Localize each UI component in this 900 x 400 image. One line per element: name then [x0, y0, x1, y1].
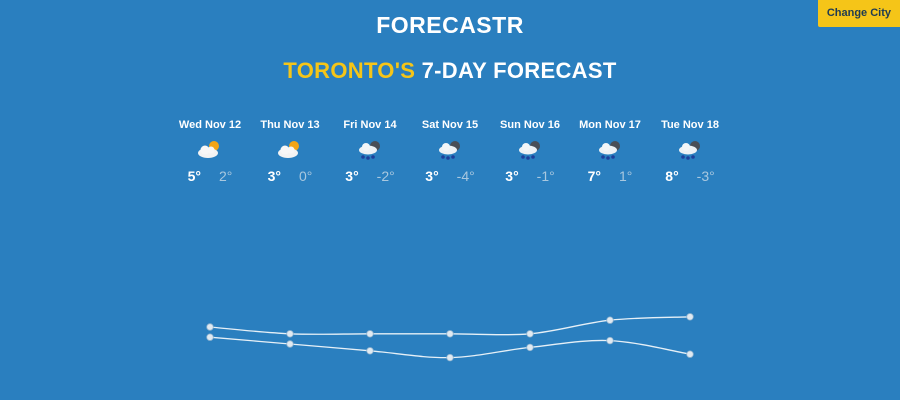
snow-cloud-icon [359, 141, 380, 160]
day-column: Thu Nov 13 3° 0° [250, 118, 330, 185]
temperature-chart [206, 313, 694, 362]
high-temp: 5° [187, 168, 201, 184]
temperature-row: 3° -2° [330, 167, 410, 185]
low-temp: 2° [219, 168, 233, 184]
high-temp-point [286, 330, 294, 338]
low-temp-point [606, 336, 614, 345]
day-label: Sat Nov 15 [421, 119, 479, 131]
high-temp-point [206, 323, 214, 331]
day-column: Sun Nov 16 3° -1° [490, 118, 570, 185]
high-temp: 3° [345, 168, 359, 184]
high-temp: 3° [425, 168, 439, 184]
day-column: Fri Nov 14 3° -2° [330, 118, 410, 185]
forecast-heading-text: 7-DAY FORECAST [415, 58, 617, 83]
snow-cloud-icon [599, 141, 620, 160]
app-title: FORECASTR [376, 12, 524, 38]
low-temp: -1° [536, 168, 555, 184]
city-name: TORONTO'S [283, 58, 416, 83]
forecast-days: Wed Nov 12 5° 2° Thu Nov 13 3° 0° Fri No… [170, 118, 730, 185]
high-temp-point [366, 330, 374, 338]
temperature-row: 7° 1° [570, 167, 650, 185]
low-temp: 1° [619, 168, 633, 184]
low-temp-point [526, 343, 534, 352]
low-temp-point [206, 333, 214, 341]
change-city-button[interactable]: Change City [817, 0, 900, 27]
day-label: Wed Nov 12 [178, 119, 242, 131]
temperature-row: 3° -1° [490, 167, 570, 185]
high-temp: 3° [505, 168, 519, 184]
partly-sunny-icon [198, 141, 219, 158]
snow-cloud-icon [519, 141, 540, 160]
day-label: Mon Nov 17 [579, 119, 641, 131]
temperature-row: 8° -3° [650, 167, 730, 185]
high-temp: 8° [665, 168, 679, 184]
high-temp: 3° [267, 168, 281, 184]
day-label: Thu Nov 13 [260, 119, 320, 131]
temperature-row: 3° -4° [410, 167, 490, 185]
high-temp-point [446, 330, 454, 338]
temperature-row: 5° 2° [170, 167, 250, 185]
day-column: Tue Nov 18 8° -3° [650, 118, 730, 185]
day-label: Sun Nov 16 [500, 119, 560, 131]
day-column: Wed Nov 12 5° 2° [170, 118, 250, 185]
high-temp-point [686, 313, 694, 321]
high-temp-point [606, 316, 614, 324]
low-temp-point [286, 340, 294, 348]
low-temp-point [366, 347, 374, 355]
day-column: Sat Nov 15 3° -4° [410, 118, 490, 185]
partly-sunny-icon [278, 141, 299, 158]
low-temp: 0° [299, 168, 313, 184]
low-temp: -2° [376, 168, 395, 184]
low-temp-point [686, 350, 694, 358]
forecast-heading: TORONTO'S 7-DAY FORECAST [0, 58, 900, 84]
low-temp: -3° [696, 168, 715, 184]
day-label: Fri Nov 14 [343, 119, 397, 131]
snow-cloud-icon [439, 141, 460, 160]
low-temp-point [446, 353, 454, 362]
day-label: Tue Nov 18 [661, 119, 719, 131]
low-temp: -4° [456, 168, 475, 184]
temperature-row: 3° 0° [250, 167, 330, 185]
high-temp-point [526, 330, 534, 338]
day-column: Mon Nov 17 7° 1° [570, 118, 650, 185]
snow-cloud-icon [679, 141, 700, 160]
high-temp: 7° [587, 168, 601, 184]
